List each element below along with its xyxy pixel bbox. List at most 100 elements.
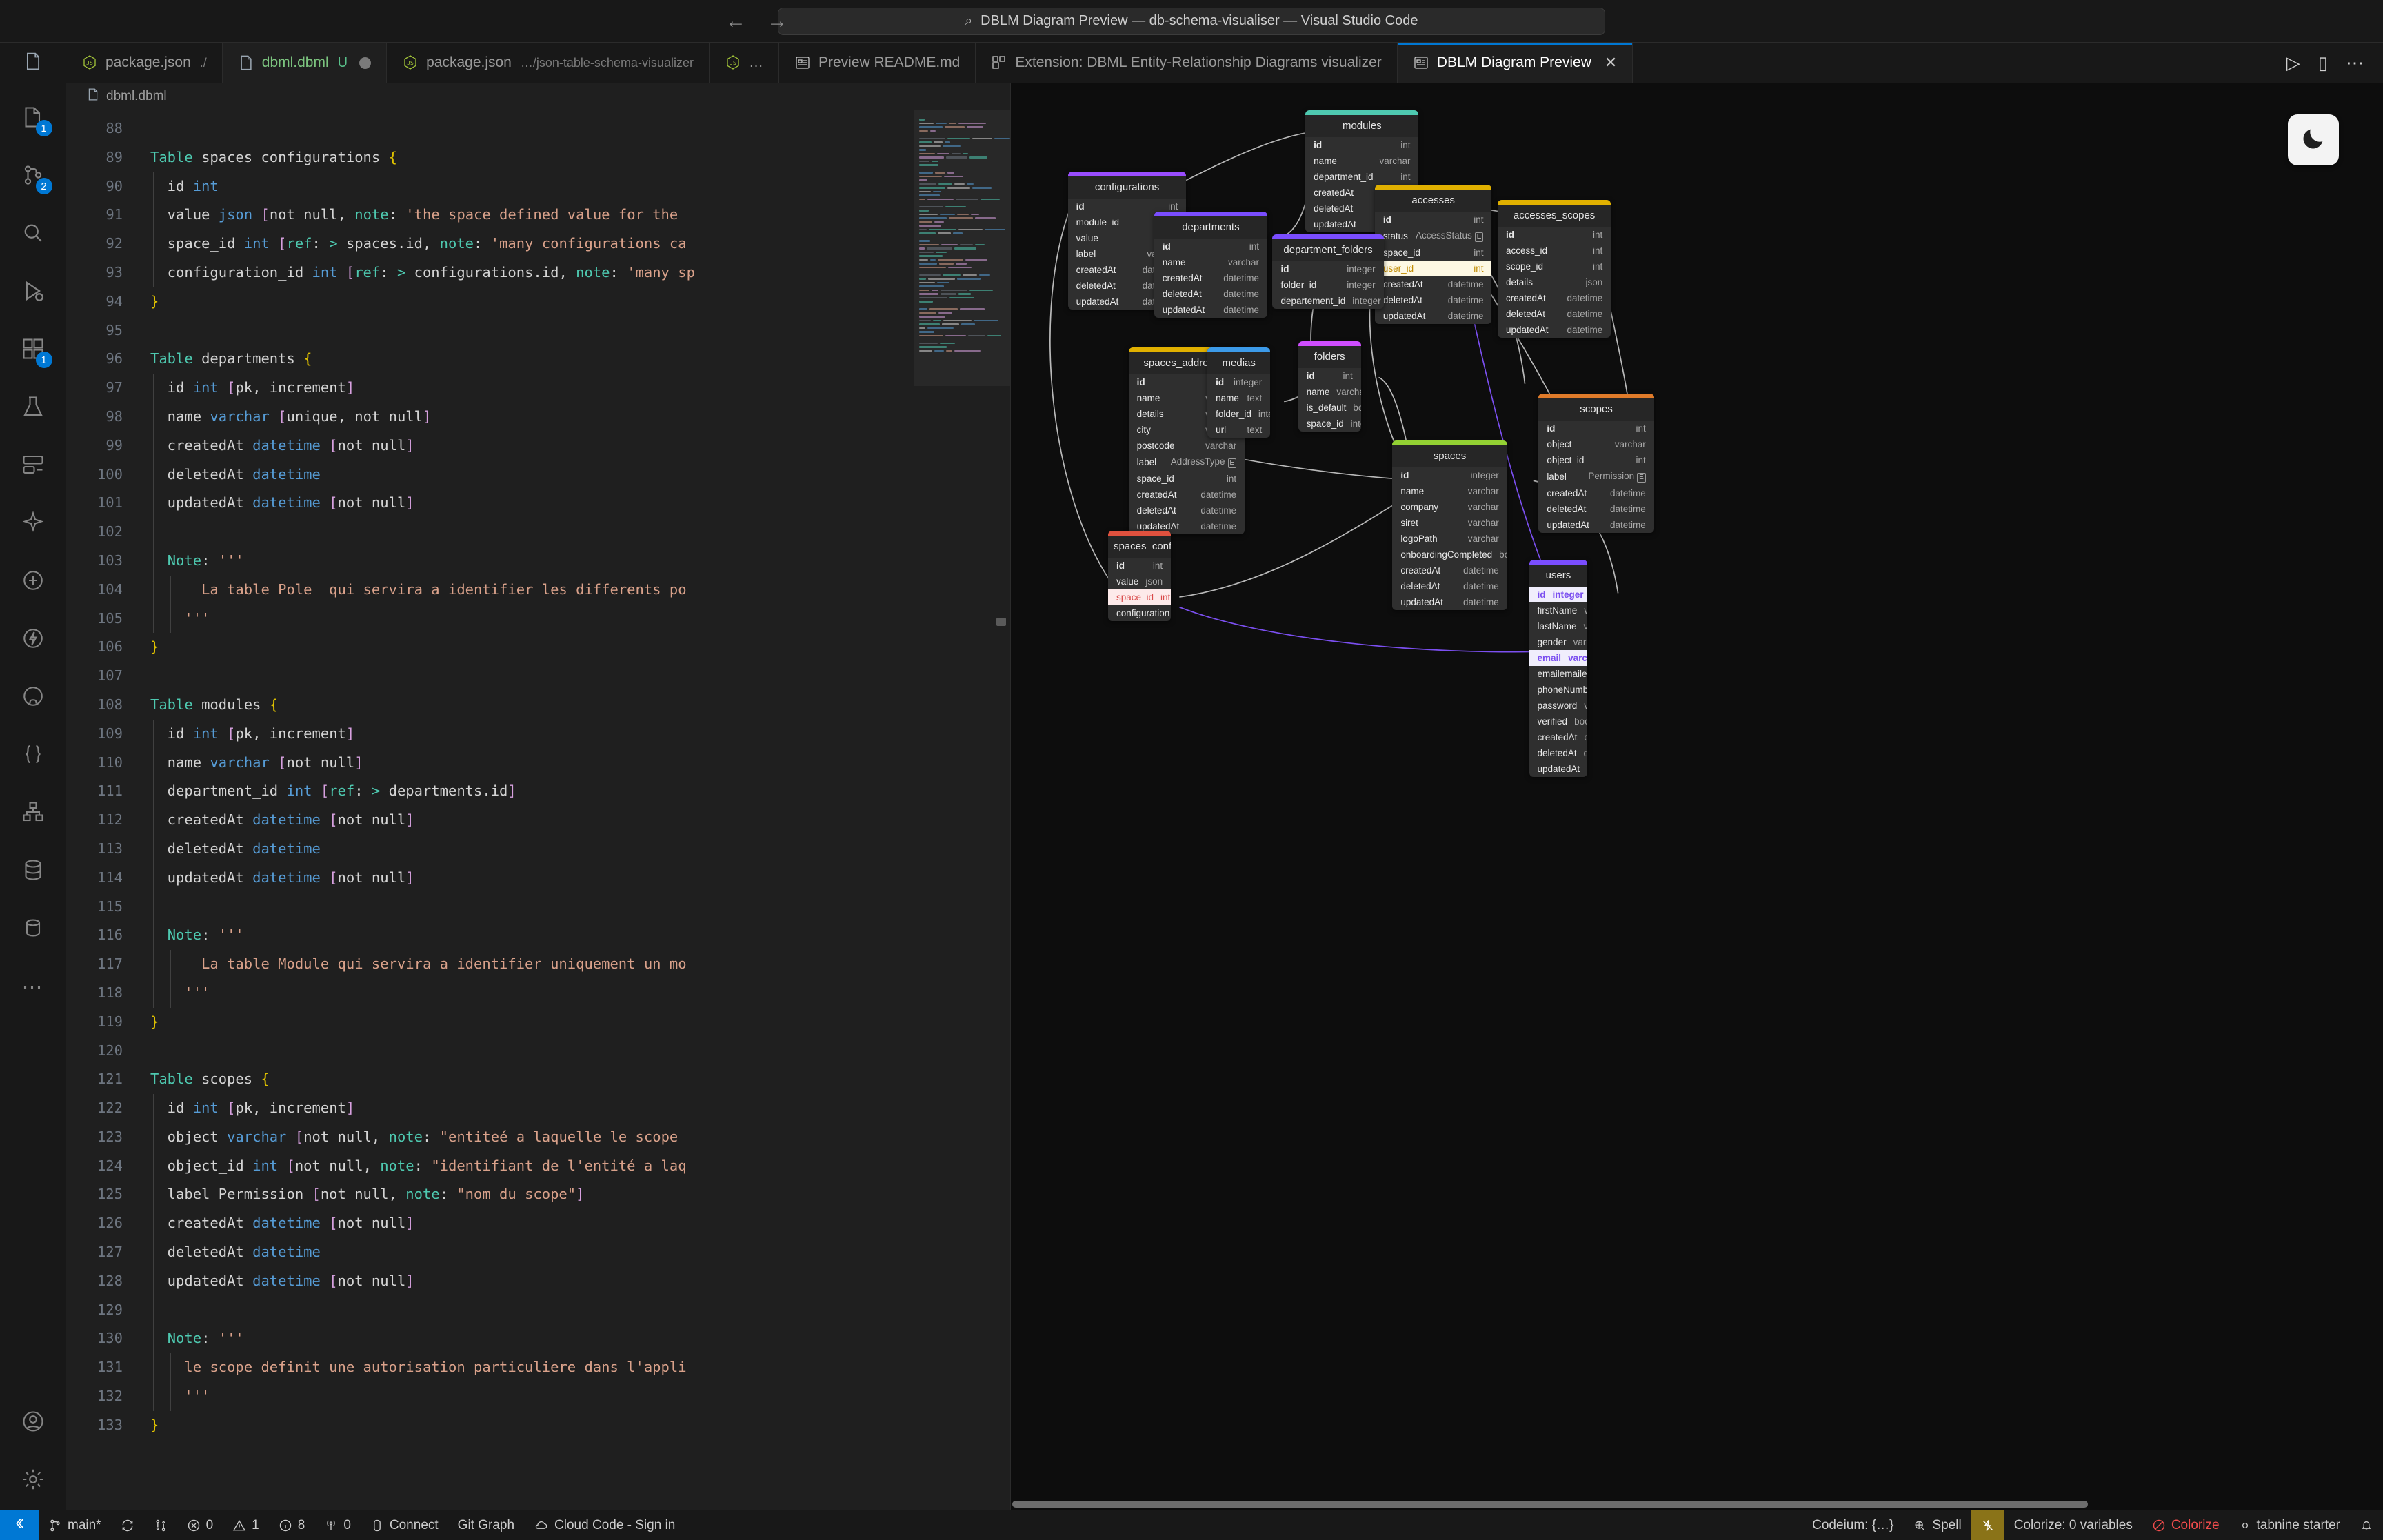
code-line[interactable]: 107 xyxy=(66,662,914,691)
table-row[interactable]: gendervarchar xyxy=(1529,634,1588,650)
tab-[interactable]: JS… xyxy=(710,43,779,83)
table-node-department_folders[interactable]: department_foldersidintegerfolder_idinte… xyxy=(1272,234,1383,309)
table-row[interactable]: valuejson xyxy=(1108,574,1171,589)
activity-copilot[interactable] xyxy=(0,495,66,553)
code-line[interactable]: 102 xyxy=(66,518,914,547)
table-row[interactable]: deletedAtdatetime xyxy=(1154,286,1267,302)
status-item-errors[interactable]: 0 xyxy=(177,1510,223,1540)
table-row[interactable]: nametext xyxy=(1207,390,1270,406)
run-button[interactable]: ▷ xyxy=(2286,54,2300,72)
dbml-diagram-preview[interactable]: modulesidintnamevarchardepartment_idintc… xyxy=(1011,83,2383,1510)
code-line[interactable]: 97 id int [pk, increment] xyxy=(66,374,914,403)
activity-codeium[interactable] xyxy=(0,553,66,611)
table-row[interactable]: onboardingCompletedboolean xyxy=(1392,547,1507,563)
table-row[interactable]: space_idint xyxy=(1108,589,1171,605)
tab-extension-dbml-entity-relationship-diagrams-visualizer[interactable]: Extension: DBML Entity-Relationship Diag… xyxy=(976,43,1397,83)
table-row[interactable]: updatedAtdatetime xyxy=(1154,302,1267,318)
status-item-warnings[interactable]: 1 xyxy=(223,1510,269,1540)
table-row[interactable]: passwordvarchar xyxy=(1529,698,1588,713)
code-line[interactable]: 129 xyxy=(66,1296,914,1325)
status-item-colorize[interactable]: Colorize xyxy=(2142,1510,2229,1540)
tab-dblm-diagram-preview[interactable]: DBLM Diagram Preview✕ xyxy=(1398,43,1633,83)
code-line[interactable]: 94} xyxy=(66,287,914,316)
code-line[interactable]: 88 xyxy=(66,114,914,143)
table-row[interactable]: labelPermissionE xyxy=(1538,468,1653,485)
table-row[interactable]: deletedAtdatetime xyxy=(1129,503,1245,518)
code-line[interactable]: 125 label Permission [not null, note: "n… xyxy=(66,1180,914,1209)
table-node-accesses[interactable]: accessesidintstatusAccessStatusEspace_id… xyxy=(1375,185,1492,324)
tab-dbml-dbml[interactable]: dbml.dbmlU xyxy=(223,43,387,83)
status-item-git-compare[interactable] xyxy=(144,1510,177,1540)
minimap[interactable] xyxy=(914,110,1010,1510)
table-row[interactable]: idint xyxy=(1154,239,1267,254)
status-item-sync[interactable] xyxy=(111,1510,144,1540)
code-line[interactable]: 110 name varchar [not null] xyxy=(66,749,914,778)
table-row[interactable]: configuration_idint xyxy=(1108,605,1171,621)
code-line[interactable]: 114 updatedAt datetime [not null] xyxy=(66,864,914,893)
activity-run-debug[interactable] xyxy=(0,263,66,321)
code-line[interactable]: 96Table departments { xyxy=(66,345,914,374)
table-row[interactable]: updatedAtdatetime xyxy=(1529,761,1588,777)
table-row[interactable]: deletedAtdatetime xyxy=(1529,745,1588,761)
table-row[interactable]: objectvarchar xyxy=(1538,436,1653,452)
table-node-accesses_scopes[interactable]: accesses_scopesidintaccess_idintscope_id… xyxy=(1498,200,1611,338)
editor-vertical-scrollbar[interactable] xyxy=(992,551,1010,758)
code-line[interactable]: 103 Note: ''' xyxy=(66,547,914,576)
activity-github[interactable] xyxy=(0,669,66,727)
activity-thunder-client[interactable] xyxy=(0,611,66,669)
table-row[interactable]: statusAccessStatusE xyxy=(1375,227,1492,245)
table-row[interactable]: namevarchar xyxy=(1305,153,1418,169)
table-row[interactable]: folder_idinteger xyxy=(1207,406,1270,422)
status-item-notifications[interactable] xyxy=(2350,1510,2383,1540)
table-node-users[interactable]: usersidintegerfirstNamevarcharlastNameva… xyxy=(1529,560,1588,777)
table-row[interactable]: idint xyxy=(1375,212,1492,227)
table-row[interactable]: idinteger xyxy=(1392,467,1507,483)
tab-preview-readme-md[interactable]: Preview README.md xyxy=(779,43,976,83)
status-remote-indicator[interactable] xyxy=(0,1510,39,1540)
table-row[interactable]: createdAtdatetime xyxy=(1129,487,1245,503)
command-center-input[interactable]: ⌕ DBLM Diagram Preview — db-schema-visua… xyxy=(778,8,1605,35)
table-row[interactable]: access_idint xyxy=(1498,243,1611,259)
code-line[interactable]: 93 configuration_id int [ref: > configur… xyxy=(66,259,914,287)
code-line[interactable]: 131 le scope definit une autorisation pa… xyxy=(66,1353,914,1382)
code-line[interactable]: 133} xyxy=(66,1411,914,1440)
table-node-spaces[interactable]: spacesidintegernamevarcharcompanyvarchar… xyxy=(1392,440,1507,610)
table-row[interactable]: user_idint xyxy=(1375,261,1492,276)
activity-database-client[interactable] xyxy=(0,842,66,900)
table-row[interactable]: updatedAtdatetime xyxy=(1392,594,1507,610)
code-line[interactable]: 121Table scopes { xyxy=(66,1065,914,1094)
code-line[interactable]: 101 updatedAt datetime [not null] xyxy=(66,489,914,518)
status-item-infos[interactable]: 8 xyxy=(269,1510,315,1540)
code-line[interactable]: 98 name varchar [unique, not null] xyxy=(66,403,914,432)
table-node-folders[interactable]: foldersidintnamevarcharis_defaultboolean… xyxy=(1298,341,1361,432)
table-row[interactable]: idinteger xyxy=(1272,261,1383,277)
table-row[interactable]: createdAtdatetime xyxy=(1154,270,1267,286)
table-row[interactable]: object_idint xyxy=(1538,452,1653,468)
table-node-medias[interactable]: mediasidintegernametextfolder_idintegeru… xyxy=(1207,347,1270,438)
activity-more[interactable]: ⋯ xyxy=(0,958,66,1016)
tab-dirty-indicator[interactable] xyxy=(359,57,371,69)
table-row[interactable]: space_idint xyxy=(1129,471,1245,487)
tab-package-json[interactable]: JSpackage.json…/json-table-schema-visual… xyxy=(387,43,710,83)
breadcrumb[interactable]: dbml.dbml xyxy=(66,83,1010,110)
forward-arrow-icon[interactable]: → xyxy=(765,11,789,32)
split-editor-button[interactable]: ▯ xyxy=(2318,54,2328,72)
table-node-departments[interactable]: departmentsidintnamevarcharcreatedAtdate… xyxy=(1154,212,1267,318)
table-row[interactable]: urltext xyxy=(1207,422,1270,438)
activity-extensions[interactable]: 1 xyxy=(0,321,66,379)
table-row[interactable]: createdAtdatetime xyxy=(1538,485,1653,501)
code-line[interactable]: 119} xyxy=(66,1008,914,1037)
table-row[interactable]: createdAtdatetime xyxy=(1529,729,1588,745)
code-line[interactable]: 100 deletedAt datetime xyxy=(66,460,914,489)
table-row[interactable]: deletedAtdatetime xyxy=(1392,578,1507,594)
table-row[interactable]: phoneNumbervarchar xyxy=(1529,682,1588,698)
table-node-scopes[interactable]: scopesidintobjectvarcharobject_idintlabe… xyxy=(1538,394,1653,533)
code-line[interactable]: 118 ''' xyxy=(66,979,914,1008)
status-item-spell[interactable]: Spell xyxy=(1903,1510,1971,1540)
table-row[interactable]: idint xyxy=(1108,558,1171,574)
activity-accounts[interactable] xyxy=(0,1394,66,1452)
status-item-tabnine[interactable]: tabnine starter xyxy=(2229,1510,2350,1540)
table-row[interactable]: deletedAtdatetime xyxy=(1538,501,1653,517)
status-item-cloud-code[interactable]: Cloud Code - Sign in xyxy=(524,1510,685,1540)
status-item-connect[interactable]: Connect xyxy=(361,1510,448,1540)
